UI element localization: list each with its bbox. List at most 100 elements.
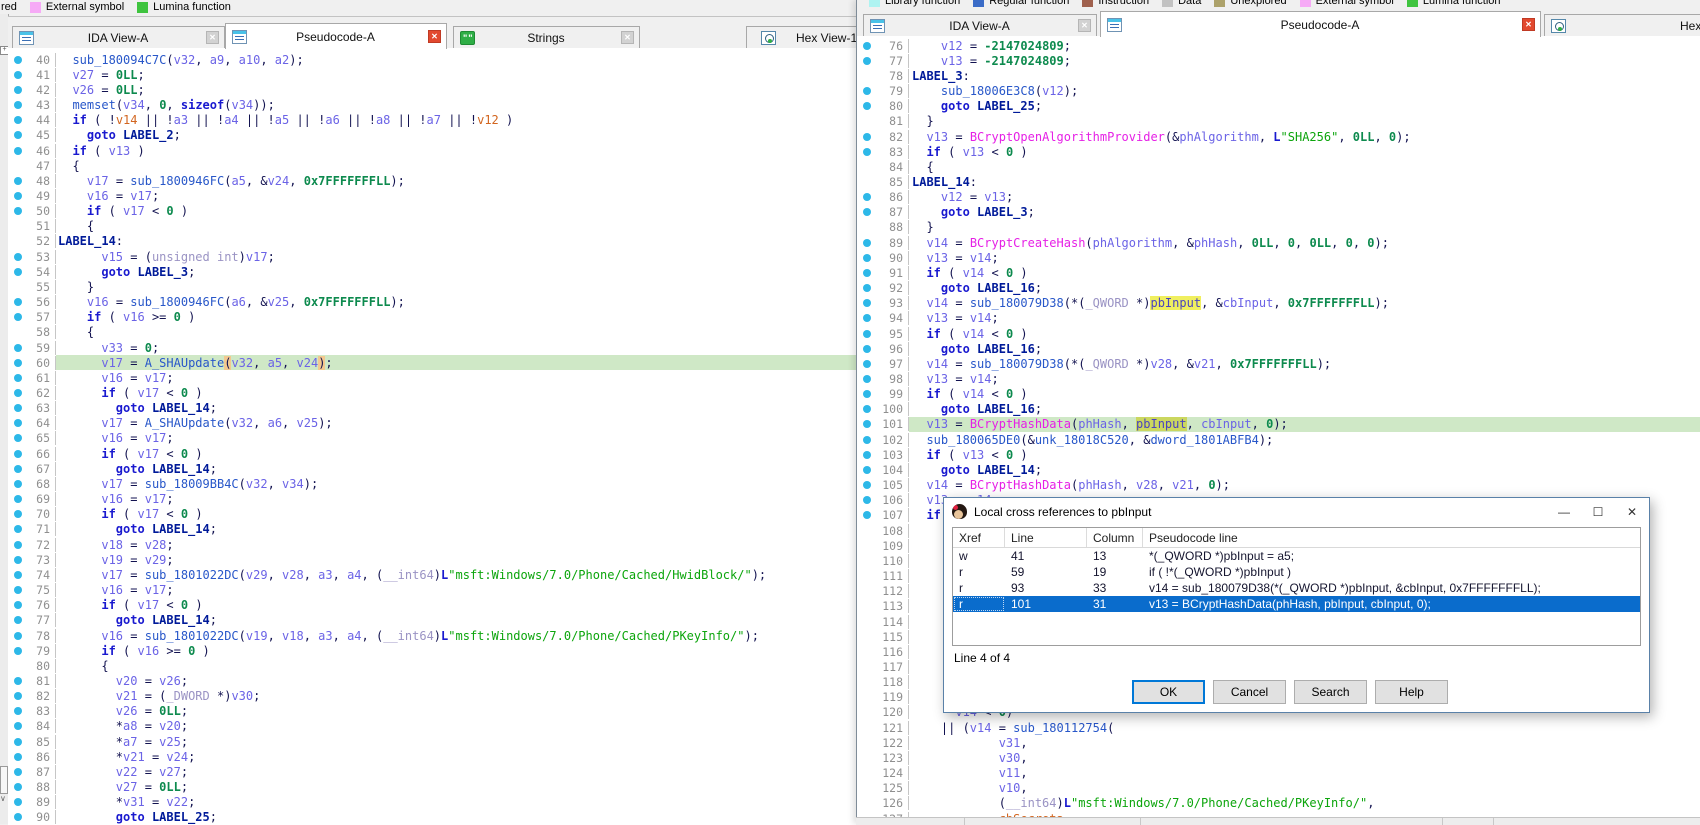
- breakpoint-dot[interactable]: [857, 478, 877, 493]
- breakpoint-dot[interactable]: [8, 461, 28, 476]
- code-line-43[interactable]: 43 memset(v34, 0, sizeof(v34));: [8, 97, 856, 112]
- code-line-123[interactable]: 123 v30,: [857, 750, 1700, 765]
- code-text[interactable]: || (v14 = sub_180112754(: [909, 720, 1700, 735]
- code-line-60[interactable]: 60 v17 = A_SHAUpdate(v32, a5, v24);: [8, 355, 856, 370]
- code-text[interactable]: v26 = 0LL;: [56, 82, 856, 97]
- code-text[interactable]: goto LABEL_14;: [909, 462, 1700, 477]
- code-line-125[interactable]: 125 v10,: [857, 781, 1700, 796]
- code-text[interactable]: if ( v17 < 0 ): [56, 507, 856, 522]
- tab-pseudocode-a[interactable]: Pseudocode-A ✕: [1100, 11, 1541, 37]
- breakpoint-dot[interactable]: [8, 522, 28, 537]
- xref-list-header[interactable]: Xref Line Column Pseudocode line: [953, 528, 1640, 548]
- ok-button[interactable]: OK: [1132, 680, 1205, 704]
- breakpoint-margin[interactable]: [857, 659, 877, 674]
- code-line-73[interactable]: 73 v19 = v29;: [8, 552, 856, 567]
- code-text[interactable]: *v31 = v22;: [56, 795, 856, 810]
- breakpoint-dot[interactable]: [8, 810, 28, 825]
- xref-cell[interactable]: v14 = sub_180079D38(*(_QWORD *)pbInput, …: [1143, 580, 1640, 596]
- code-text[interactable]: *a8 = v20;: [56, 719, 856, 734]
- code-line-55[interactable]: 55 }: [8, 279, 856, 294]
- code-text[interactable]: v17 = A_SHAUpdate(v32, a6, v25);: [56, 416, 856, 431]
- code-text[interactable]: sub_18006E3C8(v12);: [909, 83, 1700, 98]
- breakpoint-dot[interactable]: [8, 82, 28, 97]
- code-text[interactable]: goto LABEL_25;: [909, 99, 1700, 114]
- breakpoint-margin[interactable]: [857, 766, 877, 781]
- breakpoint-margin[interactable]: [857, 68, 877, 83]
- code-text[interactable]: v13 = v14;: [909, 371, 1700, 386]
- code-line-97[interactable]: 97 v14 = sub_180079D38(*(_QWORD *)v28, &…: [857, 356, 1700, 371]
- code-line-80[interactable]: 80 {: [8, 658, 856, 673]
- code-text[interactable]: {: [56, 219, 856, 234]
- breakpoint-dot[interactable]: [8, 643, 28, 658]
- tab-pseudocode-a[interactable]: Pseudocode-A ✕: [225, 23, 447, 49]
- code-text[interactable]: {: [56, 325, 856, 340]
- breakpoint-dot[interactable]: [857, 493, 877, 508]
- code-line-74[interactable]: 74 v17 = sub_1801022DC(v29, v28, a3, a4,…: [8, 567, 856, 582]
- breakpoint-dot[interactable]: [8, 704, 28, 719]
- breakpoint-dot[interactable]: [857, 508, 877, 523]
- breakpoint-dot[interactable]: [8, 370, 28, 385]
- breakpoint-dot[interactable]: [857, 281, 877, 296]
- breakpoint-dot[interactable]: [8, 295, 28, 310]
- code-text[interactable]: v27 = 0LL;: [56, 67, 856, 82]
- code-line-90[interactable]: 90 goto LABEL_25;: [8, 810, 856, 825]
- column-header-column[interactable]: Column: [1087, 528, 1143, 547]
- pseudocode-pane-left[interactable]: 40 sub_180094C7C(v32, a9, a10, a2);41 v2…: [8, 48, 856, 825]
- code-line-67[interactable]: 67 goto LABEL_14;: [8, 461, 856, 476]
- code-text[interactable]: if ( v14 < 0 ): [909, 387, 1700, 402]
- tab-strings[interactable]: Strings ✕: [453, 26, 640, 48]
- code-text[interactable]: memset(v34, 0, sizeof(v34));: [56, 97, 856, 112]
- breakpoint-dot[interactable]: [8, 613, 28, 628]
- maximize-icon[interactable]: ☐: [1581, 505, 1615, 519]
- breakpoint-margin[interactable]: [8, 325, 28, 340]
- code-line-79[interactable]: 79 if ( v16 >= 0 ): [8, 643, 856, 658]
- code-text[interactable]: v13 = BCryptHashData(phHash, pbInput, cb…: [909, 417, 1700, 432]
- breakpoint-dot[interactable]: [8, 567, 28, 582]
- breakpoint-margin[interactable]: [857, 568, 877, 583]
- code-line-64[interactable]: 64 v17 = A_SHAUpdate(v32, a6, v25);: [8, 416, 856, 431]
- breakpoint-dot[interactable]: [8, 795, 28, 810]
- breakpoint-dot[interactable]: [8, 749, 28, 764]
- xref-row-line-93[interactable]: r9333 v14 = sub_180079D38(*(_QWORD *)pbI…: [953, 580, 1640, 596]
- close-tab-icon[interactable]: ✕: [1522, 18, 1535, 31]
- code-line-75[interactable]: 75 v16 = v17;: [8, 582, 856, 597]
- code-line-42[interactable]: 42 v26 = 0LL;: [8, 82, 856, 97]
- code-line-72[interactable]: 72 v18 = v28;: [8, 537, 856, 552]
- code-text[interactable]: v11,: [909, 766, 1700, 781]
- code-line-79[interactable]: 79 sub_18006E3C8(v12);: [857, 83, 1700, 98]
- close-tab-icon[interactable]: ✕: [428, 30, 441, 43]
- code-line-84[interactable]: 84 {: [857, 159, 1700, 174]
- code-text[interactable]: {: [56, 158, 856, 173]
- breakpoint-margin[interactable]: [857, 675, 877, 690]
- breakpoint-dot[interactable]: [8, 628, 28, 643]
- breakpoint-margin[interactable]: [857, 796, 877, 811]
- breakpoint-dot[interactable]: [8, 52, 28, 67]
- xref-cell[interactable]: 31: [1087, 596, 1143, 612]
- code-line-96[interactable]: 96 goto LABEL_16;: [857, 341, 1700, 356]
- xref-cell[interactable]: 59: [1005, 564, 1087, 580]
- code-text[interactable]: v17 = sub_18009BB4C(v32, v34);: [56, 476, 856, 491]
- code-line-100[interactable]: 100 goto LABEL_16;: [857, 402, 1700, 417]
- code-text[interactable]: {: [909, 159, 1700, 174]
- breakpoint-dot[interactable]: [8, 401, 28, 416]
- code-text[interactable]: v12 = v13;: [909, 190, 1700, 205]
- code-line-77[interactable]: 77 goto LABEL_14;: [8, 613, 856, 628]
- breakpoint-dot[interactable]: [8, 598, 28, 613]
- breakpoint-margin[interactable]: [8, 158, 28, 173]
- code-line-71[interactable]: 71 goto LABEL_14;: [8, 522, 856, 537]
- breakpoint-dot[interactable]: [857, 38, 877, 53]
- code-line-61[interactable]: 61 v16 = v17;: [8, 370, 856, 385]
- breakpoint-margin[interactable]: [857, 629, 877, 644]
- code-text[interactable]: v14 = sub_180079D38(*(_QWORD *)pbInput, …: [909, 296, 1700, 311]
- breakpoint-margin[interactable]: [8, 234, 28, 249]
- code-line-86[interactable]: 86 v12 = v13;: [857, 190, 1700, 205]
- code-line-126[interactable]: 126 (__int64)L"msft:Windows/7.0/Phone/Ca…: [857, 796, 1700, 811]
- breakpoint-dot[interactable]: [8, 264, 28, 279]
- xref-cell[interactable]: r: [953, 564, 1005, 580]
- code-line-89[interactable]: 89 v14 = BCryptCreateHash(phAlgorithm, &…: [857, 235, 1700, 250]
- code-text[interactable]: if ( v16 >= 0 ): [56, 310, 856, 325]
- code-text[interactable]: v20 = v26;: [56, 673, 856, 688]
- code-text[interactable]: v16 = v17;: [56, 431, 856, 446]
- code-line-68[interactable]: 68 v17 = sub_18009BB4C(v32, v34);: [8, 476, 856, 491]
- code-text[interactable]: if ( v17 < 0 ): [56, 204, 856, 219]
